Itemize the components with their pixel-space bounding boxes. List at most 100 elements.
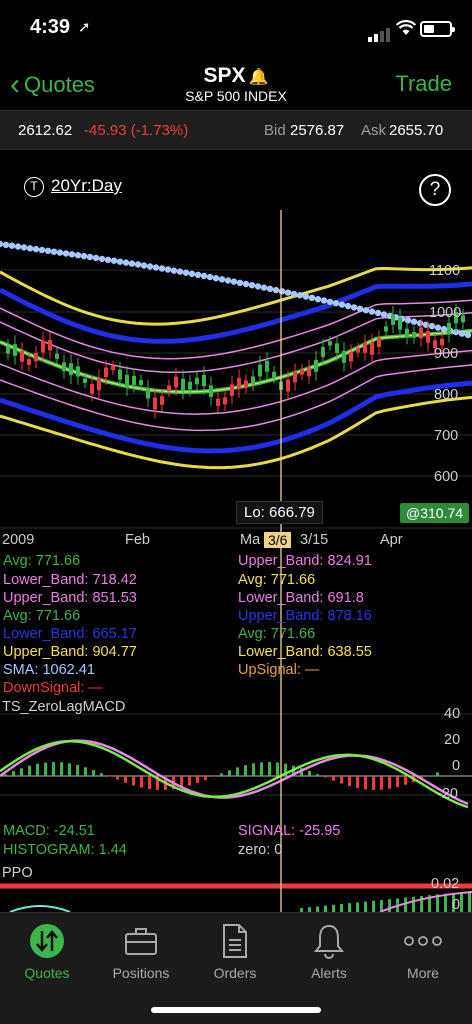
sma-dot (218, 276, 226, 283)
sma-dot (428, 322, 436, 330)
sma-dot (56, 249, 64, 256)
candle-body (223, 397, 227, 405)
sma-dot (350, 304, 358, 311)
candle-body (202, 375, 206, 387)
price-axis-label: 800 (434, 387, 459, 403)
candle-body (272, 371, 276, 378)
candle-body (48, 340, 52, 351)
histogram-bar (364, 776, 367, 790)
sma-dot (110, 257, 118, 264)
sma-dot (410, 318, 418, 325)
sma-dot (188, 270, 196, 277)
quotes-icon (0, 921, 94, 961)
trade-button[interactable]: Trade (395, 71, 452, 97)
candle-body (111, 365, 115, 371)
tab-label: More (407, 965, 439, 981)
candle-body (230, 384, 234, 396)
help-button[interactable]: ? (419, 174, 451, 206)
sma-dot (0, 240, 4, 248)
time-axis-label: 3/15 (300, 532, 329, 548)
sma-dot (200, 272, 208, 280)
crosshair-date-label: 3/6 (264, 532, 292, 548)
document-icon (188, 921, 282, 961)
candle-body (377, 337, 381, 347)
histogram-bar (260, 762, 263, 776)
tab-quotes[interactable]: Quotes (0, 921, 94, 981)
candle-body (132, 376, 136, 386)
legend-item: Lower_Band: 691.8 (238, 590, 364, 606)
crosshair-low-label: Lo: 666.79 (236, 501, 323, 524)
candle-body (349, 352, 353, 362)
ppo-axis-label: 0 (452, 897, 461, 913)
candle-body (321, 346, 325, 357)
sma-dot (440, 325, 448, 333)
histogram-bar (436, 772, 439, 777)
histogram-bar (276, 762, 279, 776)
ppo-bar (332, 904, 335, 912)
candle-body (440, 338, 444, 346)
symbol-label: SPX (203, 64, 246, 87)
histogram-bar (324, 776, 327, 778)
candle-body (20, 350, 24, 362)
sma-dot (206, 273, 214, 281)
sma-dot (62, 250, 70, 257)
sma-dot (164, 266, 172, 273)
histogram-bar (252, 763, 255, 777)
legend-item: Avg: 771.66 (238, 572, 316, 588)
candle-body (104, 367, 108, 378)
tab-positions[interactable]: Positions (94, 921, 188, 981)
histogram-bar (196, 776, 199, 783)
price-axis-label: 600 (434, 469, 459, 485)
bid-value: 2576.87 (290, 122, 345, 139)
tab-label: Alerts (311, 965, 347, 981)
histogram-bar (236, 767, 239, 777)
battery-icon (420, 21, 455, 37)
ppo-bar (364, 901, 367, 912)
candle-body (69, 363, 73, 376)
ppo-bar (372, 900, 375, 912)
sma-dot (308, 294, 316, 301)
ppo-bar (460, 892, 463, 912)
wifi-icon (395, 20, 417, 41)
sma-dot (32, 245, 40, 253)
candle-body (27, 359, 31, 365)
tab-alerts[interactable]: Alerts (282, 921, 376, 981)
histogram-bar (188, 776, 191, 786)
histogram-bar (52, 762, 55, 777)
legend-item: Upper_Band: 878.16 (238, 608, 372, 624)
histogram-bar (244, 765, 247, 776)
bell-icon[interactable]: 🔔 (249, 69, 269, 86)
timeframe-icon[interactable]: T (24, 177, 44, 197)
sma-dot (362, 307, 370, 314)
macd-axis-label: 20 (444, 732, 461, 748)
ppo-panel (0, 883, 472, 912)
candle-body (447, 323, 451, 335)
sma-dot (152, 264, 160, 271)
sma-dot (254, 283, 262, 290)
timeframe-selector[interactable]: 20Yr:Day (51, 176, 122, 196)
candle-body (342, 350, 346, 363)
ppo-axis-label: 0.02 (431, 876, 460, 892)
tab-more[interactable]: More (376, 921, 470, 981)
histogram-bar (124, 776, 127, 783)
candle-body (83, 378, 87, 383)
candle-body (384, 326, 388, 332)
candle-body (160, 396, 164, 405)
quote-bar: 2612.62 -45.93 (-1.73%) Bid 2576.87 Ask … (0, 110, 472, 150)
legend-item: DownSignal: — (3, 680, 103, 696)
histogram-bar (332, 776, 335, 781)
candle-body (307, 367, 311, 377)
sma-dot (296, 292, 304, 299)
price-axis-label: 700 (434, 428, 459, 444)
tab-orders[interactable]: Orders (188, 921, 282, 981)
sma-dot (128, 260, 136, 267)
histogram-bar (108, 776, 111, 777)
crosshair-price-tag: @310.74 (400, 503, 470, 523)
candle-body (139, 380, 143, 386)
sma-dot (374, 309, 382, 317)
histogram-bar (372, 776, 375, 790)
sma-dot (134, 261, 142, 268)
histogram-bar (348, 776, 351, 787)
ppo-bar (404, 897, 407, 912)
candle-body (363, 342, 367, 353)
